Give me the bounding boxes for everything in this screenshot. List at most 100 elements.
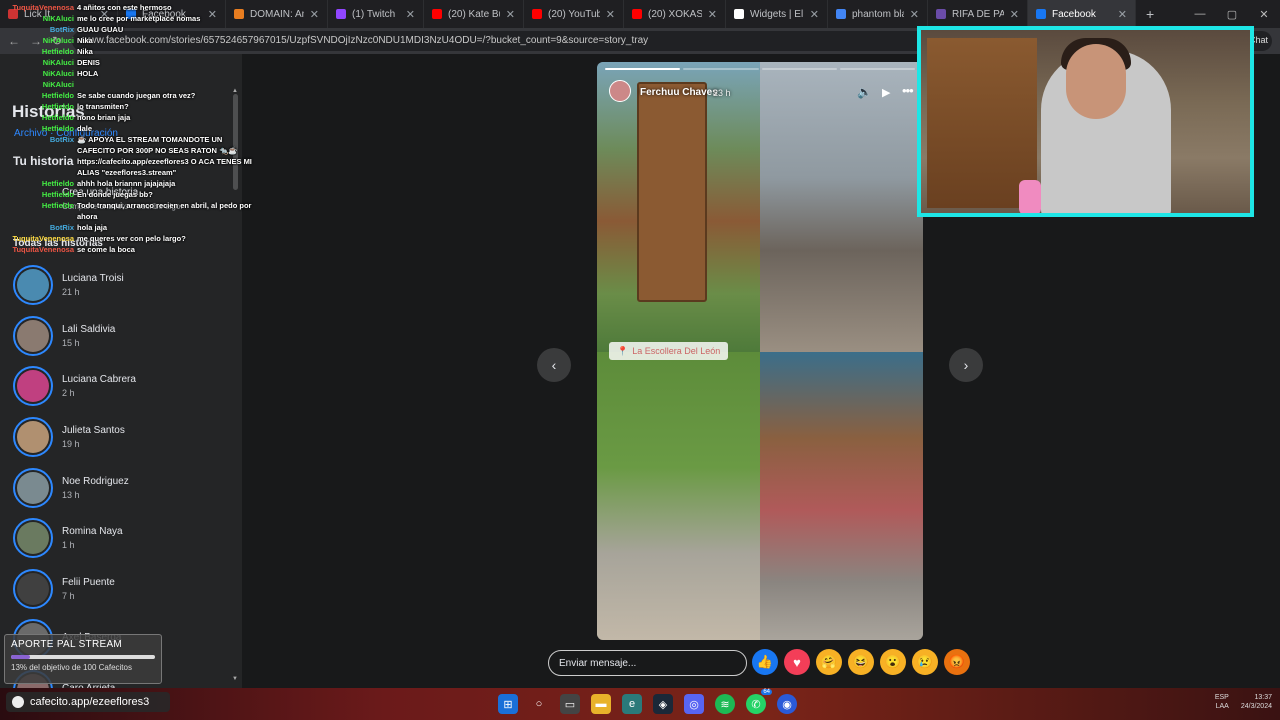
- spotify-icon[interactable]: ≋: [715, 694, 735, 714]
- chat-username: BotRix: [49, 223, 74, 232]
- story-age: 13 h: [62, 489, 80, 500]
- story-name: Felii Puente: [62, 576, 115, 588]
- chat-text: lo transmiten?: [77, 102, 129, 111]
- search-icon[interactable]: ○: [529, 694, 549, 714]
- minimize-button[interactable]: —: [1184, 8, 1216, 20]
- play-icon[interactable]: ▶: [882, 86, 890, 99]
- story-age: 15 h: [62, 337, 80, 348]
- avatar: [13, 417, 53, 458]
- discord-icon[interactable]: ◎: [684, 694, 704, 714]
- story-list-item[interactable]: Julieta Santos 19 h: [0, 412, 242, 463]
- previous-story-button[interactable]: ‹: [537, 348, 571, 382]
- reply-input[interactable]: Enviar mensaje...: [548, 650, 747, 676]
- close-tab-icon[interactable]: ✕: [310, 8, 319, 21]
- start-icon[interactable]: ⊞: [498, 694, 518, 714]
- next-story-button[interactable]: ›: [949, 348, 983, 382]
- close-tab-icon[interactable]: ✕: [810, 8, 819, 21]
- story-list-item[interactable]: Luciana Cabrera 2 h: [0, 361, 242, 412]
- task-view-icon[interactable]: ▭: [560, 694, 580, 714]
- location-sticker[interactable]: 📍 La Escollera Del León: [609, 342, 729, 360]
- chat-message: Hetfieldo Se sabe cuando juegan otra vez?: [0, 90, 262, 101]
- browser-tab[interactable]: Widgets | El mejo ✕: [726, 0, 828, 28]
- more-options-icon[interactable]: •••: [902, 83, 914, 98]
- tab-favicon-icon: [734, 9, 744, 19]
- tab-title: Facebook: [1052, 8, 1096, 20]
- story-list-item[interactable]: Luciana Troisi 21 h: [0, 260, 242, 311]
- story-age: 1 h: [62, 540, 75, 551]
- browser-tab[interactable]: (20) Kate Bush - ✕: [424, 0, 524, 28]
- story-list-item[interactable]: Felii Puente 7 h: [0, 564, 242, 615]
- chat-text: nono brian jaja: [77, 113, 131, 122]
- story-card[interactable]: Ferchuu Chaves 23 h 🔈 ▶ ••• 📍 La Escolle…: [597, 62, 923, 640]
- chat-username: Hetfieldo: [41, 190, 74, 199]
- chat-message: Hetfieldo Nika: [0, 46, 262, 57]
- angry-icon[interactable]: 😡: [944, 649, 970, 675]
- browser-tab[interactable]: (20) YouTube ✕: [524, 0, 624, 28]
- chat-text: me lo cree por marketplace nomas: [77, 14, 201, 23]
- maximize-button[interactable]: ▢: [1216, 8, 1248, 21]
- chat-username: Hetfieldo: [41, 124, 74, 133]
- browser-tab[interactable]: Facebook ✕: [1028, 0, 1136, 28]
- cafecito-icon: [12, 696, 24, 708]
- close-tab-icon[interactable]: ✕: [910, 8, 919, 21]
- chat-message: TuquitaVenenosa me queres ver con pelo la…: [0, 233, 262, 244]
- browser-tab[interactable]: (20) XOKAS CRITI ✕: [624, 0, 726, 28]
- app-icon[interactable]: ◉: [777, 694, 797, 714]
- like-icon[interactable]: 👍: [752, 649, 778, 675]
- clock-date: 24/3/2024: [1240, 703, 1272, 710]
- tab-favicon-icon: [836, 9, 846, 19]
- new-tab-button[interactable]: +: [1136, 6, 1164, 22]
- chat-message: NiKAluci me lo cree por marketplace nomas: [0, 13, 262, 24]
- close-tab-icon[interactable]: ✕: [1010, 8, 1019, 21]
- close-tab-icon[interactable]: ✕: [708, 8, 717, 21]
- chat-text: HOLA: [77, 69, 99, 78]
- reaction-bar: 👍 ♥ 🤗 😆 😮 😢 😡: [752, 649, 970, 675]
- scroll-down-icon[interactable]: ▼: [232, 676, 238, 682]
- chat-message: NiKAluci Nika: [0, 35, 262, 46]
- care-icon[interactable]: 🤗: [816, 649, 842, 675]
- steam-icon[interactable]: ◈: [653, 694, 673, 714]
- progress-segment: [605, 68, 681, 70]
- story-author[interactable]: Ferchuu Chaves: [640, 87, 718, 98]
- tab-title: phantom blade -: [852, 8, 904, 20]
- sad-icon[interactable]: 😢: [912, 649, 938, 675]
- mute-icon[interactable]: 🔈: [857, 85, 872, 99]
- edge-icon[interactable]: e: [622, 694, 642, 714]
- tab-favicon-icon: [632, 9, 642, 19]
- browser-tab[interactable]: phantom blade - ✕: [828, 0, 928, 28]
- file-explorer-icon[interactable]: ▬: [591, 694, 611, 714]
- progress-segment: [839, 68, 915, 70]
- chat-text: se come la boca: [77, 245, 135, 254]
- tab-title: (20) YouTube: [548, 8, 600, 20]
- browser-tab[interactable]: (1) Twitch ✕: [328, 0, 424, 28]
- whatsapp-icon[interactable]: ✆ 64: [746, 689, 772, 714]
- close-window-button[interactable]: ✕: [1248, 8, 1280, 21]
- close-tab-icon[interactable]: ✕: [406, 8, 415, 21]
- author-avatar[interactable]: [609, 80, 631, 102]
- tab-title: (20) XOKAS CRITI: [648, 8, 702, 20]
- haha-icon[interactable]: 😆: [848, 649, 874, 675]
- clock[interactable]: 13:37 24/3/2024: [1241, 693, 1272, 711]
- chat-username: TuquitaVenenosa: [12, 245, 74, 254]
- chat-message: NiKAluci DENIS: [0, 57, 262, 68]
- language-indicator[interactable]: ESP LAA: [1215, 693, 1229, 711]
- story-list-item[interactable]: Lali Saldivia 15 h: [0, 311, 242, 362]
- progress-segment: [761, 68, 837, 70]
- story-age: 21 h: [62, 287, 80, 298]
- close-tab-icon[interactable]: ✕: [606, 8, 615, 21]
- close-tab-icon[interactable]: ✕: [1118, 8, 1127, 21]
- donation-widget: APORTE PAL STREAM 13% del objetivo de 10…: [4, 634, 162, 684]
- browser-tab[interactable]: RIFA DE PASCUA ✕: [928, 0, 1028, 28]
- story-list-item[interactable]: Noe Rodriguez 13 h: [0, 462, 242, 513]
- love-icon[interactable]: ♥: [784, 649, 810, 675]
- location-label: La Escollera Del León: [632, 346, 721, 356]
- wow-icon[interactable]: 😮: [880, 649, 906, 675]
- story-list: Luciana Troisi 21 h Lali Saldivia 15 h Lucia…: [0, 260, 242, 688]
- chat-username: BotRix: [49, 135, 74, 144]
- close-tab-icon[interactable]: ✕: [506, 8, 515, 21]
- story-list-item[interactable]: Romina Naya 1 h: [0, 513, 242, 564]
- chat-message: Hetfieldo ahhh hola briannn jajajajaja: [0, 178, 262, 189]
- chevron-right-icon: ›: [963, 357, 969, 373]
- tab-favicon-icon: [432, 9, 442, 19]
- chat-text: Se sabe cuando juegan otra vez?: [77, 91, 196, 100]
